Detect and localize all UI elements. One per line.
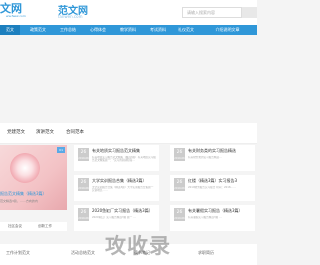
nav-item-7[interactable]: 介绍说明文章 xyxy=(200,25,255,35)
nav-item-2[interactable]: 工作总结 xyxy=(54,25,82,35)
nav-item-3[interactable]: 心得体会 xyxy=(84,25,112,35)
nav-item-6[interactable]: 礼仪范文 xyxy=(172,25,200,35)
card-title[interactable]: 有关地质实习报告范文精集 xyxy=(92,148,140,154)
nav-item-1[interactable]: 政策范文 xyxy=(24,25,52,35)
footer-tab-1[interactable]: 活动总结范文 xyxy=(71,250,95,256)
date-box: 26 2019-06 xyxy=(174,148,185,161)
top-bar: 文网 ww.fwsir.com 范文网 fanwen.com 请输入搜索内容 xyxy=(0,0,257,25)
logo-subtitle: ww.fwsir.com xyxy=(6,14,26,18)
tab-0[interactable]: 党建范文 xyxy=(7,129,25,135)
list-item[interactable]: 26 2019-06 红楼（精选3篇）实习报告3 2019财务报告实习报告 时间：… xyxy=(170,175,255,201)
card-title[interactable]: 大学实训报告合集（精选3篇） xyxy=(92,178,147,184)
card-desc: 有关财务类的实习报告精选… xyxy=(188,156,222,159)
card-desc: 有关暑假实习报告精选3篇 … xyxy=(188,216,222,219)
card-desc: 2019财务报告实习报告 时间：2018…… xyxy=(188,186,236,189)
card-desc: 2020鱼缸厂实习报告精选3篇 篇一 … xyxy=(92,216,136,219)
mini-tabs: 社区会议 创新工作 xyxy=(0,222,67,231)
footer-tab-0[interactable]: 工作计划范文 xyxy=(6,250,30,256)
list-item[interactable]: 26 2019-06 2020鱼缸厂实习报告（精选3篇） 2020鱼缸厂实习报告精… xyxy=(74,205,159,231)
list-item[interactable]: 26 2019-06 大学实训报告合集（精选3篇） 大学实训报告合集（精选3篇）大… xyxy=(74,175,159,201)
list-item[interactable]: 26 2019-06 有关地质实习报告范文精集 有关地质实习报告范文精集（精选3篇… xyxy=(74,145,159,171)
footer-tab-3[interactable]: 求职简历 xyxy=(198,250,214,256)
search-input[interactable]: 请输入搜索内容 xyxy=(182,7,242,18)
list-item[interactable]: 26 2019-06 有关暑假实习报告（精选3篇） 有关暑假实习报告精选3篇 … xyxy=(170,205,255,231)
category-tabs: 党建范文 演讲范文 合同范本 xyxy=(0,123,257,144)
date-box: 26 2019-06 xyxy=(78,208,89,221)
flower-image xyxy=(10,153,40,183)
card-title[interactable]: 红楼（精选3篇）实习报告3 xyxy=(188,178,237,184)
card-title[interactable]: 有关财务类的实习报告精选 xyxy=(188,148,236,154)
search-button[interactable] xyxy=(242,7,257,18)
card-desc: 大学实训报告合集（精选3篇）大学实训报告合集篇一 实训地点…… xyxy=(92,186,154,193)
card-title[interactable]: 有关暑假实习报告（精选3篇） xyxy=(188,208,243,214)
banner-area xyxy=(0,35,257,123)
featured-desc: 范文精选3篇，……方向的内 xyxy=(0,199,38,203)
featured-caption[interactable]: 报告范文精集（精选3篇） xyxy=(0,191,47,197)
date-box: 26 2019-06 xyxy=(78,148,89,161)
featured-article[interactable]: 01 报告范文精集（精选3篇） 范文精选3篇，……方向的内 xyxy=(0,145,67,210)
featured-tag: 01 xyxy=(57,147,65,153)
list-item[interactable]: 26 2019-06 有关财务类的实习报告精选 有关财务类的实习报告精选… xyxy=(170,145,255,171)
mini-tab-1[interactable]: 创新工作 xyxy=(38,224,52,229)
tab-1[interactable]: 演讲范文 xyxy=(36,129,54,135)
nav-item-4[interactable]: 教学资料 xyxy=(114,25,142,35)
nav-item-5[interactable]: 考试资料 xyxy=(144,25,172,35)
card-desc: 有关地质实习报告范文精集（精选3篇）有关地质实习报告范文精集篇一：“实习的前期阶… xyxy=(92,156,156,163)
date-box: 26 2019-06 xyxy=(174,178,185,191)
main-nav: 范文 政策范文 工作总结 心得体会 教学资料 考试资料 礼仪范文 介绍说明文章 xyxy=(0,25,257,35)
card-title[interactable]: 2020鱼缸厂实习报告（精选3篇） xyxy=(92,208,153,214)
date-box: 26 2019-06 xyxy=(174,208,185,221)
nav-item-0[interactable]: 范文 xyxy=(0,25,20,35)
date-box: 26 2019-06 xyxy=(78,178,89,191)
tab-2[interactable]: 合同范本 xyxy=(66,129,84,135)
watermark: 攻收录 xyxy=(105,234,171,258)
site-url: fanwen.com xyxy=(58,14,83,19)
mini-tab-0[interactable]: 社区会议 xyxy=(8,224,22,229)
